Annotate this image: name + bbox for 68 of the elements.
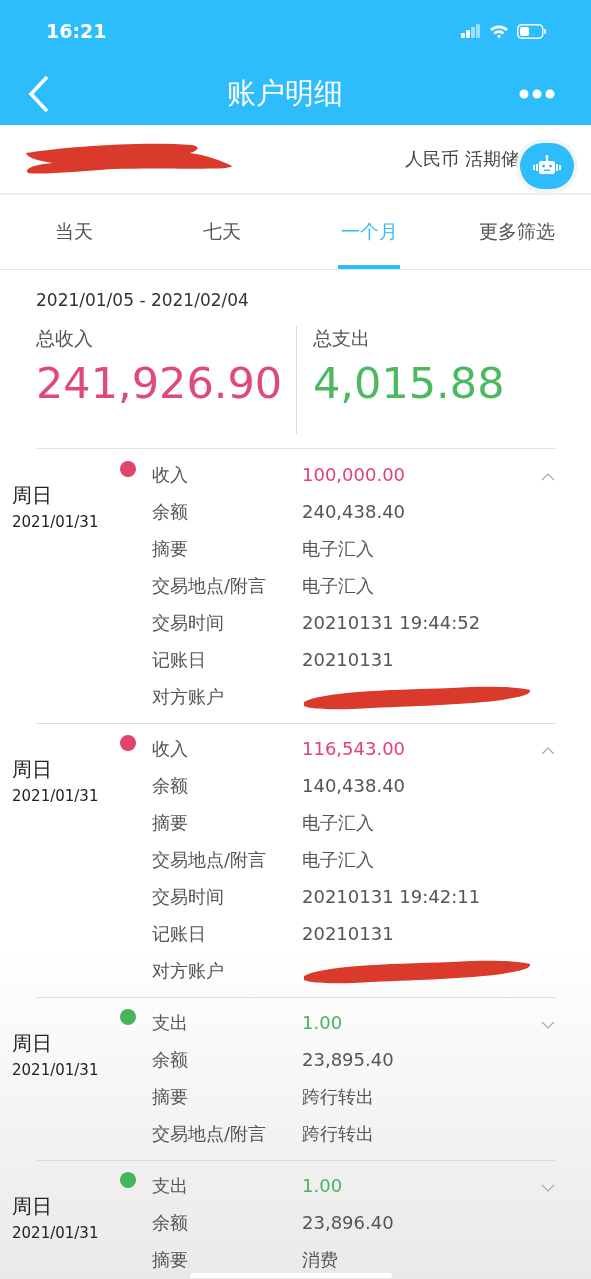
field-value: 电子汇入 (302, 573, 374, 598)
battery-icon (517, 23, 547, 39)
filter-tab[interactable]: 当天 (0, 195, 148, 269)
field-label: 余额 (152, 1210, 189, 1235)
field-label: 摘要 (152, 536, 189, 561)
field-value: 电子汇入 (302, 810, 374, 835)
field-label: 交易地点/附言 (152, 847, 268, 872)
field-value: 20210131 (302, 649, 394, 670)
weekday: 周日 (12, 482, 53, 509)
filter-tab[interactable]: 更多筛选 (443, 195, 591, 269)
status-time: 16:21 (46, 20, 107, 42)
entry-date: 2021/01/31 (12, 1224, 100, 1242)
field-value: 240,438.40 (302, 501, 406, 522)
weekday: 周日 (12, 1030, 53, 1057)
robot-icon (532, 155, 562, 177)
entry-date: 2021/01/31 (12, 513, 100, 531)
field-value: 20210131 (302, 923, 394, 944)
chevron-icon[interactable] (541, 473, 555, 481)
chevron-icon[interactable] (541, 747, 555, 755)
chevron-icon[interactable] (541, 1021, 555, 1029)
expense-total: 4,015.88 (313, 358, 506, 408)
wifi-icon (489, 23, 509, 39)
field-label: 余额 (152, 1047, 189, 1072)
income-label: 总收入 (36, 326, 94, 351)
field-value: 23,896.40 (302, 1212, 394, 1233)
field-label: 交易地点/附言 (152, 1121, 268, 1146)
entry-date: 2021/01/31 (12, 1061, 100, 1079)
field-label: 支出 (152, 1173, 189, 1198)
field-value: 电子汇入 (302, 847, 374, 872)
weekday: 周日 (12, 1193, 53, 1220)
field-value: 跨行转出 (302, 1121, 374, 1146)
field-value: 消费 (302, 1247, 338, 1272)
page-title: 账户明细 (226, 74, 343, 112)
back-icon[interactable] (28, 74, 50, 113)
field-value: 跨行转出 (302, 1084, 374, 1109)
field-value: 20210131 19:44:52 (302, 612, 481, 633)
field-label: 收入 (152, 736, 189, 761)
entry-date: 2021/01/31 (12, 787, 100, 805)
field-value: 140,438.40 (302, 775, 406, 796)
field-label: 余额 (152, 773, 189, 798)
field-label: 记账日 (152, 921, 207, 946)
weekday: 周日 (12, 756, 53, 783)
field-label: 支出 (152, 1010, 189, 1035)
signal-icon (461, 24, 481, 38)
field-label: 交易时间 (152, 610, 225, 635)
field-value: 20210131 19:42:11 (302, 886, 481, 907)
expense-label: 总支出 (313, 326, 371, 351)
field-label: 摘要 (152, 1247, 189, 1272)
field-label: 对方账户 (152, 684, 225, 709)
amount: 1.00 (302, 1012, 343, 1033)
chevron-icon[interactable] (541, 1184, 555, 1192)
filter-tab[interactable]: 七天 (147, 195, 296, 269)
amount: 116,543.00 (302, 738, 406, 759)
amount: 100,000.00 (302, 464, 406, 485)
field-label: 收入 (152, 462, 189, 487)
amount: 1.00 (302, 1175, 343, 1196)
field-label: 交易时间 (152, 884, 225, 909)
field-label: 记账日 (152, 647, 207, 672)
field-value: 电子汇入 (302, 536, 374, 561)
field-value: 23,895.40 (302, 1049, 394, 1070)
field-label: 摘要 (152, 1084, 189, 1109)
field-label: 余额 (152, 499, 189, 524)
field-label: 摘要 (152, 810, 189, 835)
field-label: 对方账户 (152, 958, 225, 983)
field-label: 交易地点/附言 (152, 573, 268, 598)
date-range: 2021/01/05 - 2021/02/04 (36, 289, 250, 310)
more-icon[interactable] (519, 88, 555, 99)
income-total: 241,926.90 (36, 358, 284, 408)
